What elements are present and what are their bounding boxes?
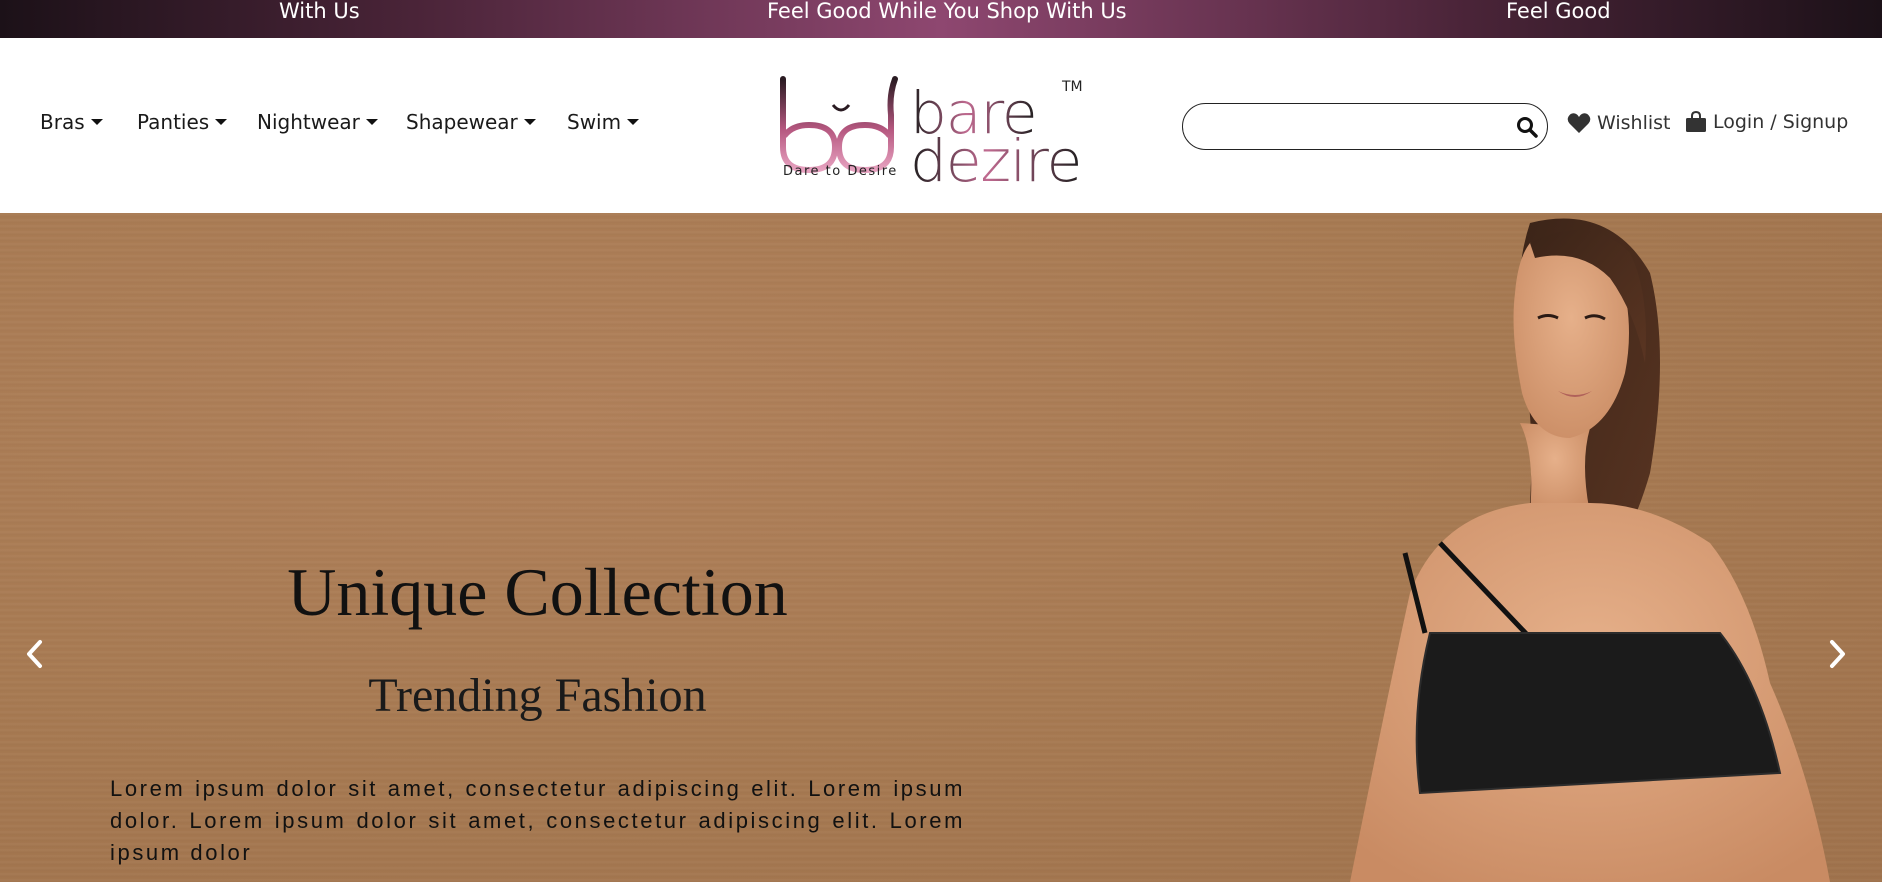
nav-item-label: Panties [137, 110, 210, 134]
nav-item-label: Swim [567, 110, 622, 134]
nav-item-panties[interactable]: Panties [137, 110, 228, 134]
shopping-bag-icon [1686, 111, 1706, 132]
wishlist-link[interactable]: Wishlist [1567, 112, 1671, 134]
site-header: Bras Panties Nightwear Shapewear Swim ba… [0, 38, 1882, 213]
login-signup-link[interactable]: Login / Signup [1685, 111, 1848, 133]
logo-tagline: Dare to Desire [783, 164, 898, 179]
announcement-bar: With Us Feel Good While You Shop With Us… [0, 0, 1882, 38]
search-box [1182, 103, 1548, 150]
search-input[interactable] [1199, 113, 1499, 141]
nav-item-nightwear[interactable]: Nightwear [257, 110, 378, 134]
nav-item-label: Shapewear [406, 110, 518, 134]
heart-icon [1567, 113, 1591, 133]
chevron-right-icon[interactable] [1822, 637, 1852, 671]
wishlist-label: Wishlist [1597, 112, 1671, 134]
caret-down-icon [90, 119, 103, 125]
hero-carousel: Unique Collection Trending Fashion Lorem… [0, 213, 1882, 882]
caret-down-icon [627, 119, 640, 125]
nav-item-swim[interactable]: Swim [567, 110, 640, 134]
announcement-text-center: Feel Good While You Shop With Us [767, 0, 1127, 23]
nav-item-bras[interactable]: Bras [40, 110, 103, 134]
caret-down-icon [215, 119, 228, 125]
hero-title: Unique Collection [287, 554, 788, 630]
svg-text:dezire: dezire [910, 127, 1081, 185]
search-icon[interactable] [1515, 115, 1539, 139]
nav-item-shapewear[interactable]: Shapewear [406, 110, 536, 134]
nav-item-label: Nightwear [257, 110, 360, 134]
brand-logo[interactable]: bare dezire TM Dare to Desire [775, 75, 1105, 195]
announcement-text-left: With Us [279, 0, 360, 23]
hero-subtitle: Trending Fashion [368, 669, 707, 722]
login-signup-label: Login / Signup [1713, 111, 1849, 133]
hero-description: Lorem ipsum dolor sit amet, consectetur … [110, 776, 965, 865]
announcement-text-right: Feel Good [1506, 0, 1611, 23]
caret-down-icon [365, 119, 378, 125]
trademark-mark: TM [1062, 79, 1083, 95]
caret-down-icon [523, 119, 536, 125]
hero-model-image [1350, 218, 1830, 882]
nav-item-label: Bras [40, 110, 85, 134]
chevron-left-icon[interactable] [20, 637, 50, 671]
